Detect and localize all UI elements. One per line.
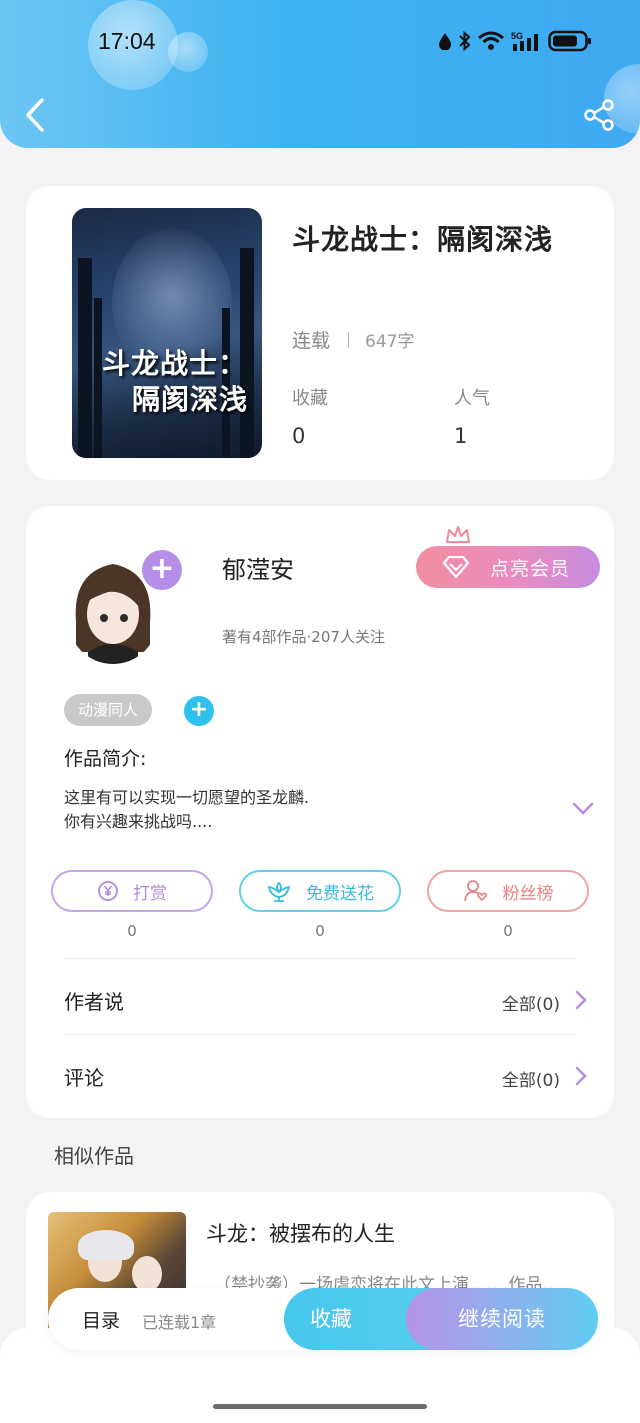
- send-flower-button[interactable]: 免费送花: [239, 870, 401, 912]
- status-icons: 5G: [438, 30, 592, 52]
- svg-text:5G: 5G: [511, 31, 523, 41]
- cover-tree: [94, 298, 102, 458]
- back-icon[interactable]: [22, 96, 48, 134]
- divider: [64, 1034, 576, 1035]
- serial-status: 连载: [292, 330, 331, 352]
- cover-figure: [132, 1256, 162, 1292]
- reward-count: 0: [127, 922, 137, 940]
- follow-plus-button[interactable]: +: [142, 550, 182, 590]
- share-icon[interactable]: [582, 98, 616, 132]
- status-time: 17:04: [98, 28, 156, 54]
- reward-label: 打赏: [133, 883, 167, 904]
- comments-all-link[interactable]: 全部(0): [502, 1066, 560, 1091]
- word-count: 647字: [365, 332, 415, 352]
- add-tag-button[interactable]: +: [184, 696, 214, 726]
- book-cover[interactable]: 斗龙战士： 隔阂深浅: [72, 208, 262, 458]
- vip-button[interactable]: 点亮会员: [416, 546, 600, 588]
- flower-icon: [267, 881, 291, 902]
- cellular-5g-icon: 5G: [511, 31, 538, 51]
- book-info-card: 斗龙战士： 隔阂深浅 斗龙战士：隔阂深浅 连载 647字 收藏 0 人气 1: [26, 186, 614, 480]
- favorites-value: 0: [292, 424, 306, 448]
- fan-ranking-label: 粉丝榜: [502, 883, 554, 904]
- fan-count: 0: [503, 922, 513, 940]
- cover-title-line2: 隔阂深浅: [132, 383, 249, 416]
- similar-works-heading: 相似作品: [54, 1144, 134, 1168]
- popularity-stat: 人气 1: [454, 384, 490, 448]
- diamond-icon: [442, 556, 470, 578]
- favorites-stat: 收藏 0: [292, 384, 328, 448]
- genre-tag[interactable]: 动漫同人: [64, 694, 153, 726]
- drop-icon: [439, 33, 451, 50]
- chapter-count: 已连载1章: [142, 1313, 217, 1332]
- chevron-right-icon[interactable]: [574, 1066, 588, 1086]
- reward-button[interactable]: 打赏: [51, 870, 213, 912]
- author-card: + 郁滢安 著有4部作品·207人关注 点亮会员 动漫同人 + 作品简介: 这里…: [26, 506, 614, 1118]
- app-header: 17:04 5G: [0, 0, 640, 148]
- vip-label: 点亮会员: [490, 557, 571, 580]
- wifi-icon: [478, 31, 504, 50]
- toc-button[interactable]: 目录: [82, 1306, 120, 1333]
- comments-label[interactable]: 评论: [64, 1062, 104, 1091]
- home-indicator[interactable]: [213, 1404, 427, 1409]
- battery-icon: [548, 30, 591, 52]
- chevron-right-icon[interactable]: [574, 990, 588, 1010]
- fan-ranking-button[interactable]: 粉丝榜: [427, 870, 589, 912]
- cover-tree: [78, 258, 92, 458]
- user-heart-icon: [463, 880, 487, 902]
- author-says-all-link[interactable]: 全部(0): [502, 990, 560, 1015]
- author-says-label[interactable]: 作者说: [64, 986, 124, 1015]
- author-name: 郁滢安: [222, 556, 294, 584]
- yen-coin-icon: [98, 881, 118, 901]
- author-meta: 著有4部作品·207人关注: [222, 628, 385, 646]
- send-flower-label: 免费送花: [306, 883, 374, 904]
- bluetooth-icon: [459, 31, 471, 51]
- continue-reading-button[interactable]: 继续阅读: [406, 1288, 598, 1350]
- book-title: 斗龙战士：隔阂深浅: [292, 223, 554, 256]
- cover-hair: [78, 1230, 134, 1260]
- divider: [348, 331, 350, 348]
- intro-text: 这里有可以实现一切愿望的圣龙麟. 你有兴趣来挑战吗....: [64, 788, 310, 831]
- divider: [64, 958, 576, 959]
- cover-title-line1: 斗龙战士：: [102, 347, 248, 380]
- flower-count: 0: [315, 922, 325, 940]
- bottom-action-bar: 目录 已连载1章 收藏 继续阅读: [48, 1288, 598, 1350]
- similar-work-title[interactable]: 斗龙：被摆布的人生: [206, 1218, 395, 1248]
- chevron-down-icon[interactable]: [572, 802, 594, 816]
- cover-title: 斗龙战士： 隔阂深浅: [102, 346, 248, 418]
- decor-bubble: [168, 32, 208, 72]
- crown-icon: [446, 526, 470, 543]
- intro-label: 作品简介:: [64, 748, 147, 770]
- book-status-row: 连载 647字: [292, 326, 414, 353]
- favorites-label: 收藏: [292, 388, 328, 409]
- popularity-label: 人气: [454, 388, 490, 409]
- popularity-value: 1: [454, 424, 468, 448]
